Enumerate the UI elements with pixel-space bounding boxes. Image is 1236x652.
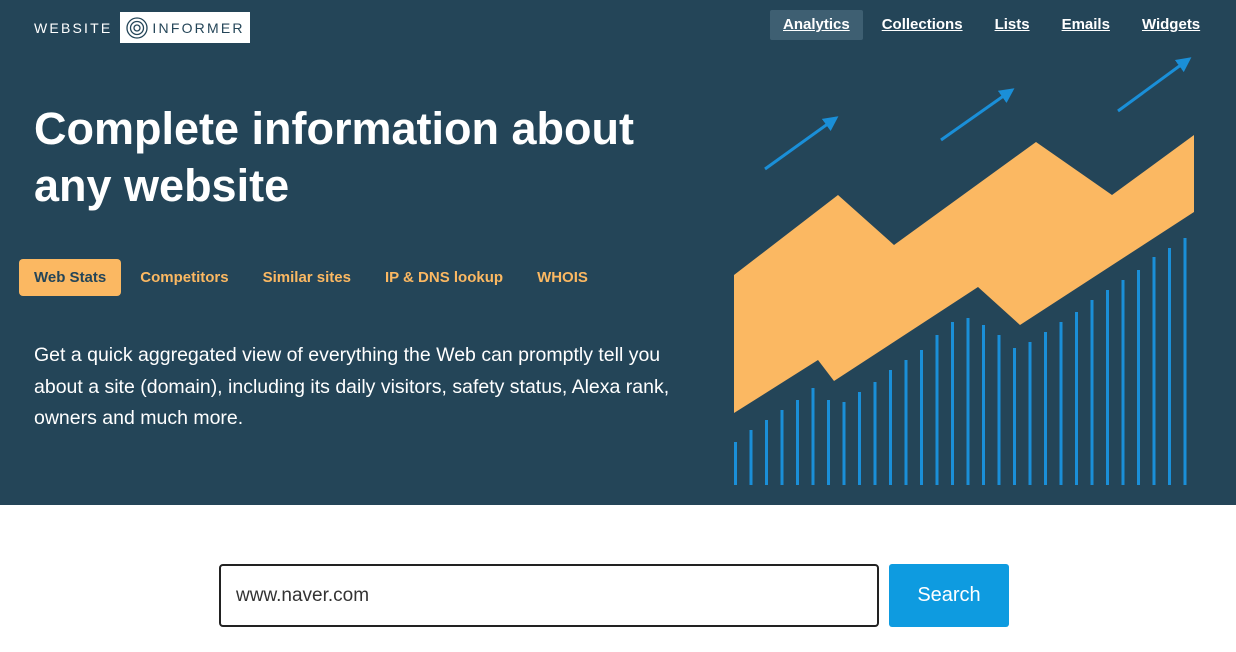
illustration-bar bbox=[889, 370, 892, 485]
illustration-bar bbox=[1152, 257, 1156, 485]
illustration-bar bbox=[1121, 280, 1125, 485]
illustration-bar bbox=[935, 335, 939, 485]
logo-box: INFORMER bbox=[120, 12, 251, 43]
tab-competitors[interactable]: Competitors bbox=[125, 259, 243, 296]
site-logo[interactable]: WEBSITE INFORMER bbox=[34, 12, 251, 43]
illustration-bar bbox=[749, 430, 753, 485]
illustration-bar bbox=[780, 410, 784, 485]
growth-arrow-icon bbox=[940, 88, 1015, 142]
illustration-bar bbox=[997, 335, 1001, 485]
headline-line-1: Complete information about bbox=[34, 103, 634, 154]
illustration-bar bbox=[858, 392, 861, 485]
illustration-bar bbox=[765, 420, 768, 485]
illustration-bar bbox=[1075, 312, 1078, 485]
illustration-bar bbox=[796, 400, 799, 485]
illustration-bar bbox=[904, 360, 908, 485]
illustration-bar bbox=[811, 388, 815, 485]
illustration-bar bbox=[1137, 270, 1140, 485]
tab-whois[interactable]: WHOIS bbox=[522, 259, 603, 296]
illustration-bar bbox=[1013, 348, 1016, 485]
nav-emails[interactable]: Emails bbox=[1049, 10, 1123, 40]
illustration-bar bbox=[1168, 248, 1171, 485]
hero-description: Get a quick aggregated view of everythin… bbox=[34, 344, 670, 429]
illustration-bar bbox=[966, 318, 970, 485]
illustration-bar bbox=[1090, 300, 1094, 485]
page-headline: Complete information about any website bbox=[34, 100, 714, 214]
illustration-bar bbox=[1028, 342, 1032, 485]
illustration-bar bbox=[951, 322, 954, 485]
growth-chart-illustration bbox=[734, 57, 1194, 485]
growth-arrow-icon bbox=[764, 116, 839, 171]
nav-analytics[interactable]: Analytics bbox=[770, 10, 863, 40]
illustration-bar bbox=[1183, 238, 1187, 485]
logo-left-text: WEBSITE bbox=[34, 19, 113, 36]
nav-widgets[interactable]: Widgets bbox=[1129, 10, 1213, 40]
illustration-bar bbox=[1044, 332, 1047, 485]
tab-similar-sites[interactable]: Similar sites bbox=[248, 259, 366, 296]
top-nav: Analytics Collections Lists Emails Widgets bbox=[770, 10, 1219, 40]
illustration-bar bbox=[734, 442, 737, 485]
growth-arrow-icon bbox=[1117, 57, 1192, 113]
illustration-bar bbox=[982, 325, 985, 485]
illustration-bar bbox=[1106, 290, 1109, 485]
tab-ip-dns-lookup[interactable]: IP & DNS lookup bbox=[370, 259, 518, 296]
illustration-bar bbox=[920, 350, 923, 485]
nav-lists[interactable]: Lists bbox=[982, 10, 1043, 40]
illustration-area bbox=[734, 135, 1194, 413]
logo-rings-icon bbox=[126, 16, 149, 39]
illustration-bar bbox=[1059, 322, 1063, 485]
logo-right-text: INFORMER bbox=[152, 19, 245, 36]
illustration-bar bbox=[842, 402, 846, 485]
lookup-tabs: Web Stats Competitors Similar sites IP & DN… bbox=[19, 259, 607, 296]
illustration-bar bbox=[873, 382, 877, 485]
tab-web-stats[interactable]: Web Stats bbox=[19, 259, 122, 296]
hero-section: WEBSITE INFORMER Analytics Collections Lis… bbox=[0, 0, 1236, 505]
nav-collections[interactable]: Collections bbox=[869, 10, 976, 40]
domain-search-input[interactable] bbox=[219, 564, 879, 627]
illustration-bar bbox=[827, 400, 830, 485]
search-button[interactable]: Search bbox=[889, 564, 1009, 627]
headline-line-2: any website bbox=[34, 160, 290, 211]
